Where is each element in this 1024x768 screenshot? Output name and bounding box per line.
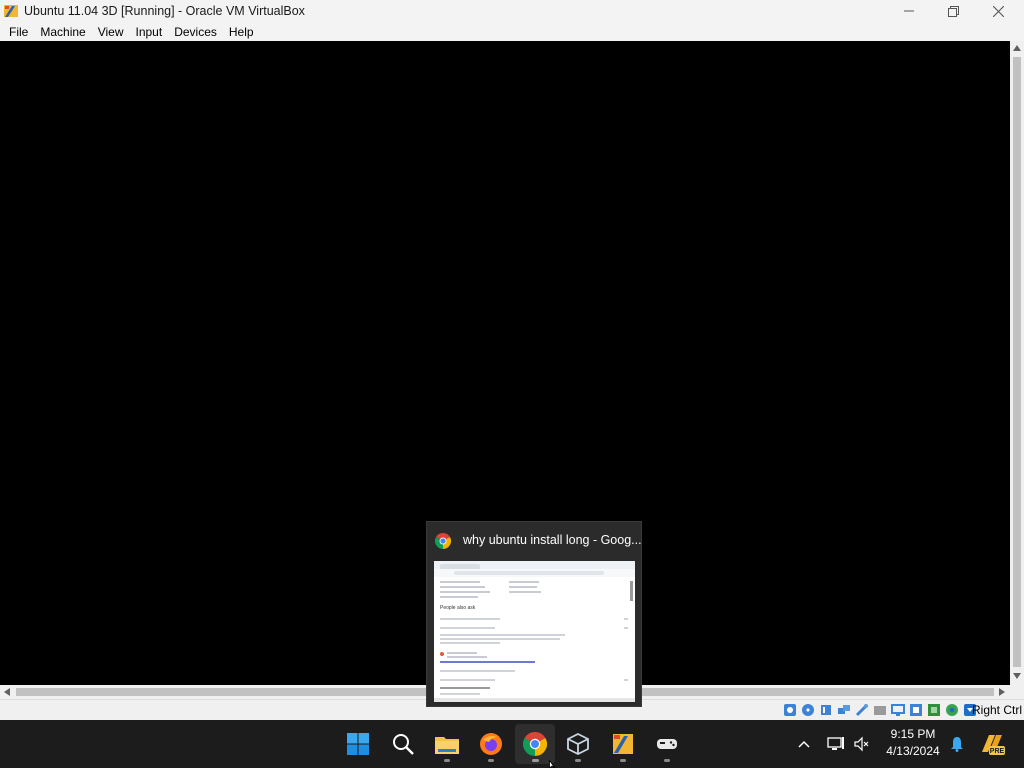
mouse-cursor-icon (549, 760, 556, 768)
game-controller-icon (657, 739, 677, 749)
search-icon (393, 734, 414, 755)
preview-title: why ubuntu install long - Goog... (463, 533, 642, 547)
running-indicator (664, 759, 670, 762)
running-indicator (575, 759, 581, 762)
status-icons (782, 702, 977, 717)
firefox-icon (480, 733, 502, 755)
chrome-icon (523, 732, 547, 756)
search-button[interactable] (383, 724, 423, 764)
usb-icon[interactable] (854, 702, 869, 717)
guest-additions-icon[interactable] (944, 702, 959, 717)
show-hidden-icons-button[interactable] (792, 724, 816, 764)
clock-time: 9:15 PM (890, 727, 936, 741)
menu-file[interactable]: File (3, 25, 34, 39)
menu-help[interactable]: Help (223, 25, 260, 39)
vertical-scrollbar[interactable] (1010, 41, 1024, 685)
copilot-button[interactable]: PRE (978, 724, 1006, 764)
virtualization-icon[interactable] (926, 702, 941, 717)
restore-icon (948, 5, 959, 17)
windows-taskbar: 9:15 PM 4/13/2024 PRE (0, 720, 1024, 768)
copilot-icon: PRE (982, 735, 1005, 755)
network-icon[interactable] (836, 702, 851, 717)
notifications-button[interactable] (946, 724, 968, 764)
chrome-button[interactable] (515, 724, 555, 764)
windows-logo-icon (347, 733, 369, 755)
chrome-icon (435, 533, 451, 549)
minimize-icon (903, 10, 914, 12)
display-icon[interactable] (890, 702, 905, 717)
browser-page-thumbnail: People also ask (434, 561, 635, 702)
preview-badge: PRE (990, 748, 1005, 755)
preview-thumbnail[interactable]: People also ask (434, 561, 635, 702)
window-titlebar[interactable]: Ubuntu 11.04 3D [Running] - Oracle VM Vi… (0, 0, 1024, 22)
running-indicator (531, 759, 539, 762)
volume-tray-button[interactable] (850, 724, 874, 764)
audio-icon[interactable] (818, 702, 833, 717)
shared-folders-icon[interactable] (872, 702, 887, 717)
pinned-app-button[interactable] (647, 724, 687, 764)
file-explorer-button[interactable] (427, 724, 467, 764)
virtualbox-cube-icon (567, 732, 589, 756)
virtualbox-manager-button[interactable] (558, 724, 598, 764)
scroll-corner (1010, 685, 1024, 699)
window-title: Ubuntu 11.04 3D [Running] - Oracle VM Vi… (24, 4, 305, 18)
hard-disk-icon[interactable] (782, 702, 797, 717)
menu-devices[interactable]: Devices (168, 25, 223, 39)
vertical-scroll-thumb[interactable] (1013, 57, 1021, 667)
network-tray-button[interactable] (824, 724, 848, 764)
scroll-right-icon[interactable] (999, 688, 1005, 696)
virtualbox-vm-icon (613, 734, 633, 754)
close-icon (993, 5, 1004, 17)
menu-view[interactable]: View (92, 25, 130, 39)
virtualbox-vm-button[interactable] (603, 724, 643, 764)
running-indicator (620, 759, 626, 762)
host-key-label: Right Ctrl (971, 703, 1022, 717)
maximize-button[interactable] (931, 0, 976, 22)
close-button[interactable] (976, 0, 1021, 22)
chevron-up-icon (798, 740, 810, 748)
menu-input[interactable]: Input (130, 25, 169, 39)
optical-drive-icon[interactable] (800, 702, 815, 717)
running-indicator (444, 759, 450, 762)
taskbar-clock[interactable]: 9:15 PM 4/13/2024 (878, 726, 948, 760)
thumb-heading: People also ask (440, 605, 476, 611)
firefox-button[interactable] (471, 724, 511, 764)
clock-date: 4/13/2024 (886, 744, 940, 758)
video-capture-icon[interactable] (908, 702, 923, 717)
menu-machine[interactable]: Machine (34, 25, 91, 39)
volume-muted-icon (854, 736, 869, 752)
minimize-button[interactable] (886, 0, 931, 22)
chrome-window-preview[interactable]: why ubuntu install long - Goog... People… (426, 521, 642, 707)
running-indicator (488, 759, 494, 762)
scroll-up-icon[interactable] (1013, 45, 1021, 51)
scroll-left-icon[interactable] (4, 688, 10, 696)
start-button[interactable] (338, 724, 378, 764)
bell-icon (951, 737, 963, 752)
virtualbox-app-icon (4, 5, 18, 17)
menu-bar: File Machine View Input Devices Help (0, 22, 1024, 41)
network-icon (827, 737, 844, 750)
folder-icon (435, 737, 459, 754)
scroll-down-icon[interactable] (1013, 673, 1021, 679)
